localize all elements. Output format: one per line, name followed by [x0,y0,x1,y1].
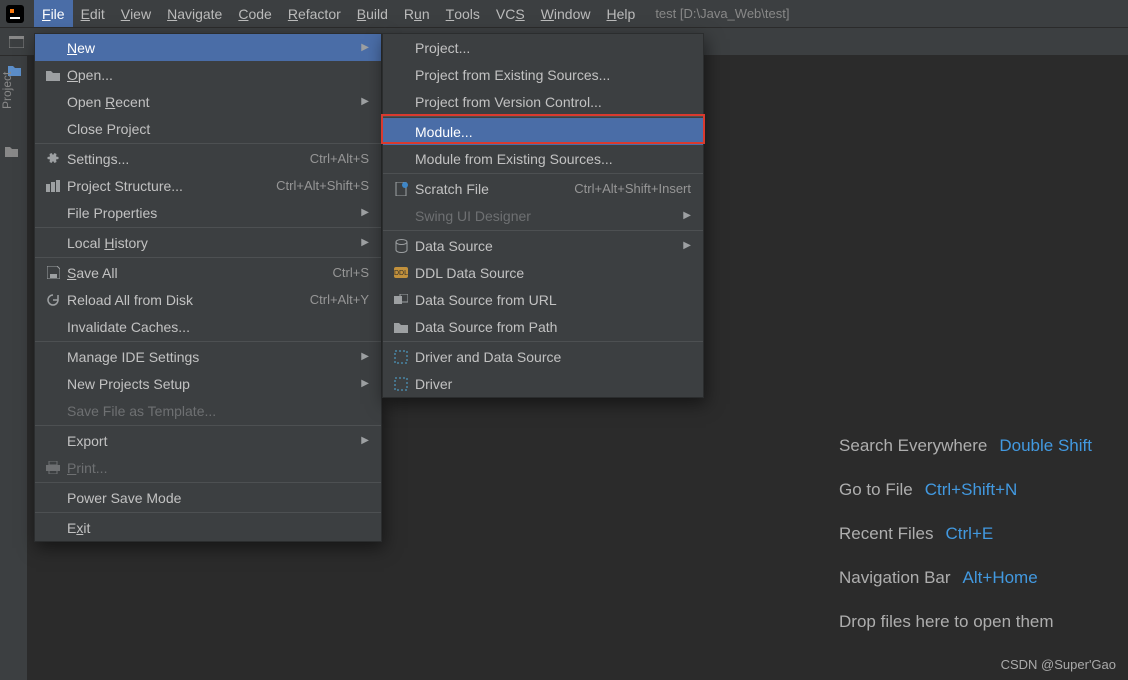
menu-code[interactable]: Code [230,0,279,27]
mi-scratch[interactable]: Scratch FileCtrl+Alt+Shift+Insert [383,175,703,202]
hint-goto-key: Ctrl+Shift+N [925,480,1018,500]
mi-export[interactable]: Export▶ [35,427,381,454]
url-icon [391,294,411,306]
reload-icon [43,293,63,307]
menu-refactor[interactable]: Refactor [280,0,349,27]
hint-search-key: Double Shift [999,436,1092,456]
project-structure-icon [43,180,63,192]
mi-new-projects-setup[interactable]: New Projects Setup▶ [35,370,381,397]
mi-driver-ds[interactable]: Driver and Data Source [383,343,703,370]
welcome-hints: Search Everywhere Double Shift Go to File… [839,436,1092,632]
mi-project-existing[interactable]: Project from Existing Sources... [383,61,703,88]
menu-vcs[interactable]: VCS [488,0,533,27]
save-icon [43,266,63,279]
hint-search: Search Everywhere [839,436,987,456]
settings-icon [43,152,63,166]
mi-open-recent[interactable]: Open Recent▶ [35,88,381,115]
mi-ds-url[interactable]: Data Source from URL [383,286,703,313]
mi-print: Print... [35,454,381,481]
ddl-icon: DDL [391,267,411,278]
mi-close-project[interactable]: Close Project [35,115,381,142]
window-icon[interactable] [6,32,26,52]
hint-nav: Navigation Bar [839,568,951,588]
file-menu-popup: New▶ Open... Open Recent▶ Close Project … [34,33,382,542]
menu-help[interactable]: Help [599,0,644,27]
menu-window[interactable]: Window [533,0,599,27]
app-logo-icon [6,5,24,23]
mi-ddl[interactable]: DDLDDL Data Source [383,259,703,286]
project-tool-label[interactable]: Project [0,72,14,116]
mi-power-save[interactable]: Power Save Mode [35,484,381,511]
mi-new[interactable]: New▶ [35,34,381,61]
driver-ds-icon [391,350,411,364]
menu-file[interactable]: File [34,0,73,27]
mi-new-project[interactable]: Project... [383,34,703,61]
menu-edit[interactable]: Edit [73,0,113,27]
mi-save-template: Save File as Template... [35,397,381,424]
driver-icon [391,377,411,391]
mi-reload[interactable]: Reload All from DiskCtrl+Alt+Y [35,286,381,313]
new-menu-popup: Project... Project from Existing Sources… [382,33,704,398]
folder-icon [391,321,411,333]
hint-recent: Recent Files [839,524,933,544]
mi-project-structure[interactable]: Project Structure...Ctrl+Alt+Shift+S [35,172,381,199]
mi-swing: Swing UI Designer▶ [383,202,703,229]
mi-module-existing[interactable]: Module from Existing Sources... [383,145,703,172]
hint-recent-key: Ctrl+E [946,524,994,544]
hint-nav-key: Alt+Home [963,568,1038,588]
watermark: CSDN @Super'Gao [1001,657,1116,672]
project-title: test [D:\Java_Web\test] [655,6,789,21]
mi-ds-path[interactable]: Data Source from Path [383,313,703,340]
print-icon [43,461,63,474]
menu-build[interactable]: Build [349,0,396,27]
mi-data-source[interactable]: Data Source▶ [383,232,703,259]
mi-open[interactable]: Open... [35,61,381,88]
folder-tool-icon[interactable] [4,144,24,164]
mi-invalidate[interactable]: Invalidate Caches... [35,313,381,340]
mi-manage-ide[interactable]: Manage IDE Settings▶ [35,343,381,370]
mi-project-vcs[interactable]: Project from Version Control... [383,88,703,115]
menu-run[interactable]: Run [396,0,438,27]
menu-navigate[interactable]: Navigate [159,0,230,27]
mi-save-all[interactable]: Save AllCtrl+S [35,259,381,286]
mi-exit[interactable]: Exit [35,514,381,541]
mi-file-properties[interactable]: File Properties▶ [35,199,381,226]
menu-view[interactable]: View [113,0,159,27]
mi-new-module[interactable]: Module... [383,118,703,145]
mi-driver[interactable]: Driver [383,370,703,397]
hint-drop: Drop files here to open them [839,612,1054,632]
hint-goto: Go to File [839,480,913,500]
menubar: File Edit View Navigate Code Refactor Bu… [0,0,1128,28]
open-folder-icon [43,69,63,81]
svg-text:DDL: DDL [394,270,408,277]
menu-tools[interactable]: Tools [438,0,488,27]
scratch-file-icon [391,182,411,196]
mi-settings[interactable]: Settings...Ctrl+Alt+S [35,145,381,172]
left-tool-rail: Project [0,56,28,680]
database-icon [391,239,411,253]
mi-local-history[interactable]: Local History▶ [35,229,381,256]
